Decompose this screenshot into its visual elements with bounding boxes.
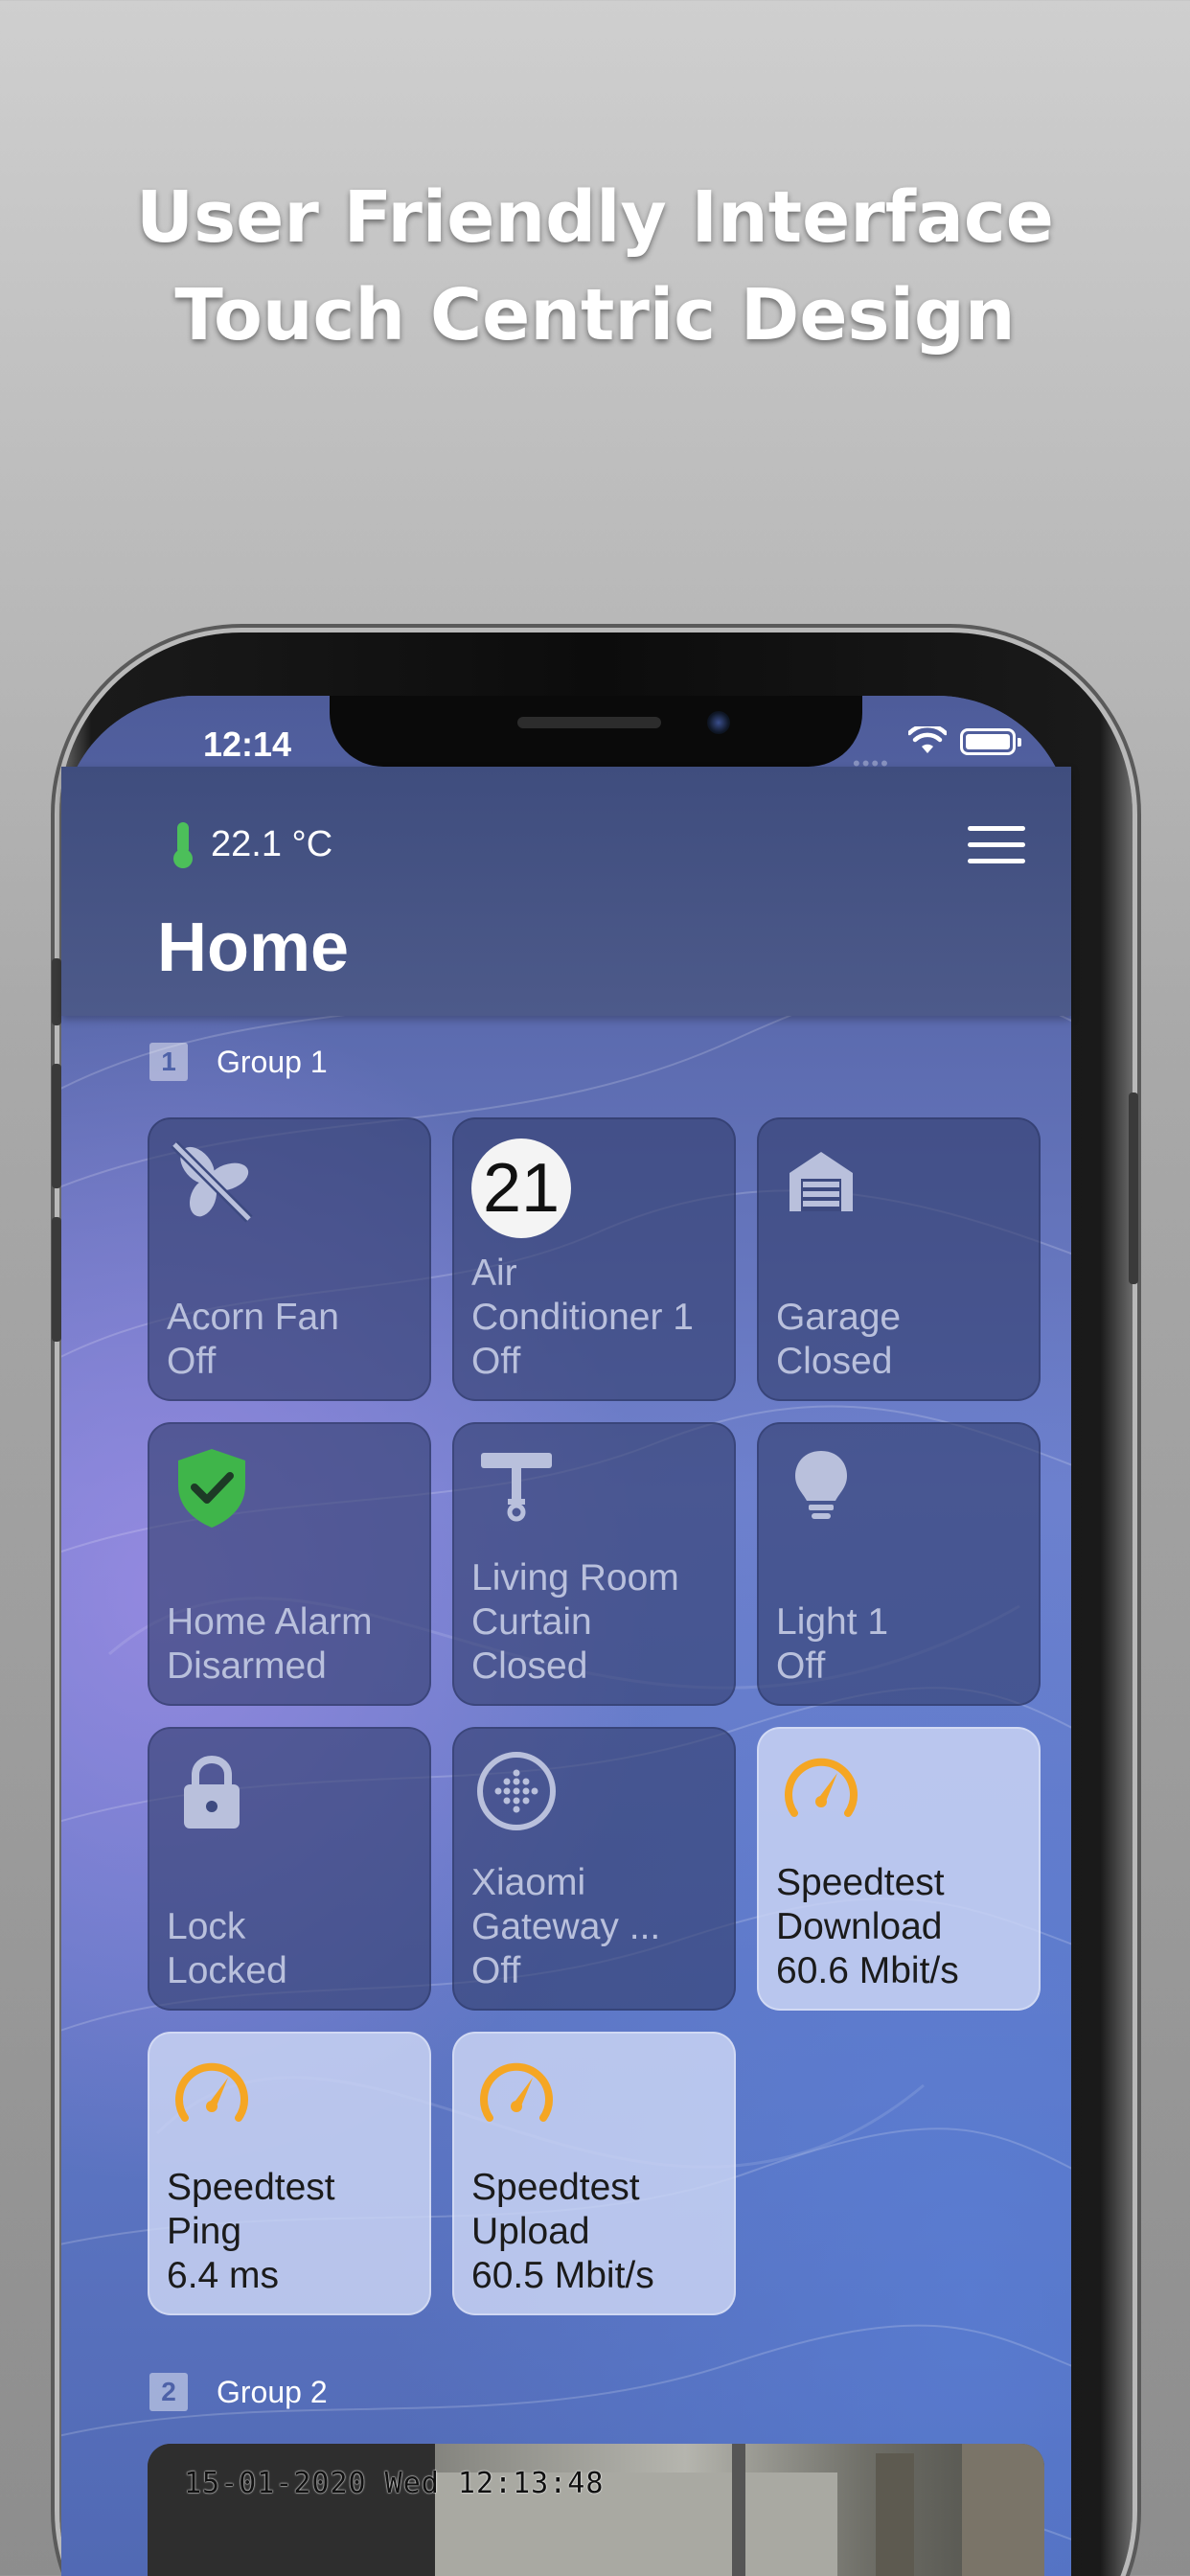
promo-headline-line-2: Touch Centric Design (174, 274, 1016, 356)
tile-lock[interactable]: Lock Locked (148, 1727, 431, 2011)
tile-state: Off (471, 1341, 521, 1382)
tile-state: 60.6 Mbit/s (776, 1950, 959, 1991)
tile-name: Air (471, 1253, 517, 1294)
curtain-icon (481, 1453, 552, 1522)
shield-check-icon (178, 1449, 245, 1528)
camera-timestamp-overlay: 15-01-2020 Wed 12:13:48 (184, 2467, 605, 2500)
phone-volume-button (52, 1064, 61, 1188)
tile-text: Lock Locked (167, 1905, 420, 1993)
climate-temperature-badge: 21 (471, 1138, 571, 1238)
tile-state: Off (776, 1645, 826, 1687)
tile-name: Speedtest (776, 1862, 945, 1903)
tile-name: Ping (167, 2211, 242, 2252)
battery-icon (960, 728, 1021, 755)
tile-text: Speedtest Download 60.6 Mbit/s (776, 1861, 1029, 1993)
tile-state: Disarmed (167, 1645, 327, 1687)
thermometer-icon (173, 822, 193, 868)
front-camera (707, 711, 730, 734)
group-header-1: 1 Group 1 (149, 1043, 328, 1081)
tile-state: 6.4 ms (167, 2255, 280, 2296)
tile-state: Off (471, 1950, 521, 1991)
screen-notch (330, 696, 862, 767)
phone-side-button (52, 958, 61, 1025)
camera-feed-card[interactable]: 15-01-2020 Wed 12:13:48 (148, 2444, 1044, 2576)
tile-name: Curtain (471, 1601, 592, 1643)
tile-text: Speedtest Upload 60.5 Mbit/s (471, 2166, 724, 2298)
lock-icon (184, 1755, 240, 1828)
tile-text: Living Room Curtain Closed (471, 1556, 724, 1689)
tile-name: Download (776, 1906, 943, 1947)
tile-text: Garage Closed (776, 1296, 1029, 1384)
tile-text: Acorn Fan Off (167, 1296, 420, 1384)
tile-name: Gateway ... (471, 1906, 661, 1947)
phone-power-button (1129, 1092, 1138, 1284)
tile-text: Light 1 Off (776, 1600, 1029, 1689)
tile-name: Light 1 (776, 1601, 889, 1643)
tile-text: Xiaomi Gateway ... Off (471, 1861, 724, 1993)
wifi-icon (908, 726, 947, 753)
tile-state: Off (167, 1341, 217, 1382)
speedometer-icon (175, 2062, 248, 2122)
gateway-icon (477, 1752, 556, 1830)
hamburger-menu-icon[interactable] (968, 826, 1025, 864)
group-number-badge: 1 (149, 1043, 188, 1081)
tile-air-conditioner[interactable]: 21 Air Conditioner 1 Off (452, 1117, 736, 1401)
group-header-2: 2 Group 2 (149, 2373, 328, 2411)
fan-off-icon (171, 1140, 253, 1223)
tile-state: Closed (471, 1645, 588, 1687)
group-label: Group 1 (217, 1044, 328, 1079)
tile-home-alarm[interactable]: Home Alarm Disarmed (148, 1422, 431, 1706)
tile-light-1[interactable]: Light 1 Off (757, 1422, 1041, 1706)
tile-name: Living Room (471, 1557, 679, 1598)
earpiece-speaker (517, 717, 661, 728)
tile-acorn-fan[interactable]: Acorn Fan Off (148, 1117, 431, 1401)
speedometer-icon (480, 2062, 553, 2122)
tile-state: Locked (167, 1950, 287, 1991)
tile-text: Home Alarm Disarmed (167, 1600, 420, 1689)
temperature-reading: 22.1 °C (211, 824, 333, 864)
tile-name: Xiaomi (471, 1862, 586, 1903)
tile-name: Home Alarm (167, 1601, 373, 1643)
tile-name: Acorn Fan (167, 1297, 339, 1338)
group-number-badge: 2 (149, 2373, 188, 2411)
tile-name: Lock (167, 1906, 246, 1947)
camera-feed-image (148, 2444, 1044, 2576)
speedometer-icon (785, 1758, 858, 1817)
tile-state: Closed (776, 1341, 893, 1382)
status-time: 12:14 (203, 724, 292, 764)
tile-speedtest-ping[interactable]: Speedtest Ping 6.4 ms (148, 2032, 431, 2315)
tile-speedtest-upload[interactable]: Speedtest Upload 60.5 Mbit/s (452, 2032, 736, 2315)
tile-name: Speedtest (167, 2167, 335, 2208)
tile-living-room-curtain[interactable]: Living Room Curtain Closed (452, 1422, 736, 1706)
tile-name: Garage (776, 1297, 902, 1338)
page-title: Home (157, 909, 350, 986)
tile-name: Speedtest (471, 2167, 640, 2208)
group-label: Group 2 (217, 2374, 328, 2409)
lightbulb-icon (795, 1451, 847, 1519)
tile-speedtest-download[interactable]: Speedtest Download 60.6 Mbit/s (757, 1727, 1041, 2011)
tile-state: 60.5 Mbit/s (471, 2255, 654, 2296)
tile-text: Air Conditioner 1 Off (471, 1252, 724, 1384)
tile-name: Conditioner 1 (471, 1297, 694, 1338)
tile-name: Upload (471, 2211, 590, 2252)
phone-volume-button (52, 1217, 61, 1342)
tile-text: Speedtest Ping 6.4 ms (167, 2166, 420, 2298)
tile-garage[interactable]: Garage Closed (757, 1117, 1041, 1401)
garage-icon (790, 1152, 853, 1211)
tile-xiaomi-gateway[interactable]: Xiaomi Gateway ... Off (452, 1727, 736, 2011)
promo-headline-line-1: User Friendly Interface (136, 176, 1054, 259)
